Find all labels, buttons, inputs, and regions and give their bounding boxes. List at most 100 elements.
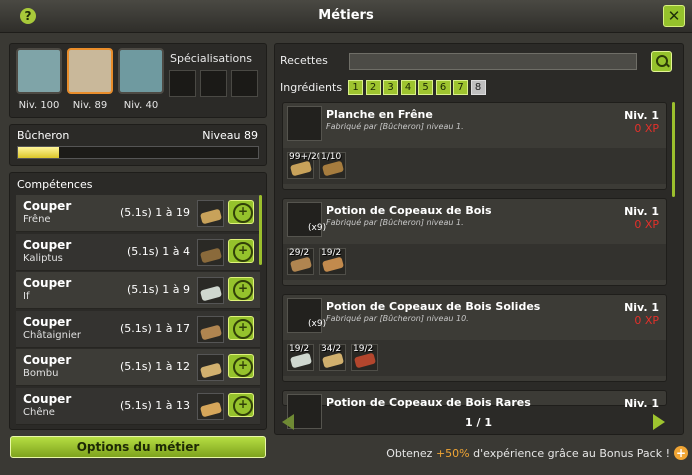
next-page-icon[interactable] [653, 414, 665, 430]
skill-row: Couper Kaliptus (5.1s) 1 à 4 [16, 233, 260, 271]
recipe-search-input[interactable] [349, 53, 637, 70]
skill-detail-button[interactable] [228, 392, 254, 417]
recipe-ingredients: 29/2 19/2 [283, 244, 666, 280]
close-button[interactable]: ✕ [663, 5, 685, 27]
specialization-slot[interactable] [169, 70, 196, 97]
job-sheep-icon[interactable] [16, 48, 62, 94]
wood-log-icon [289, 256, 313, 273]
jobs-panel: Niv. 100 Niv. 89 Niv. 40 Spécialisations [9, 43, 267, 118]
recipe-xp: 0 XP [634, 314, 659, 327]
skills-panel: Compétences Couper Frêne (5.1s) 1 à 19 Coup… [9, 172, 267, 430]
job-xp-panel: Bûcheron Niveau 89 [9, 124, 267, 166]
wood-log-icon [353, 352, 377, 369]
specialization-slot[interactable] [200, 70, 227, 97]
recipe-level: Niv. 1 [624, 301, 659, 314]
job-name: Bûcheron [17, 129, 70, 142]
xp-progress-bar [17, 146, 259, 159]
recipe-title: Potion de Copeaux de Bois [326, 204, 492, 217]
plus-icon[interactable]: + [674, 446, 688, 460]
recipe-item-icon: (x9) [287, 202, 326, 237]
wood-icon [197, 238, 224, 266]
skills-title: Compétences [17, 178, 93, 191]
search-icon[interactable] [651, 51, 672, 72]
recipe-title: Potion de Copeaux de Bois Rares [326, 396, 531, 409]
skill-resource: Kaliptus [23, 252, 63, 264]
skill-detail-button[interactable] [228, 315, 254, 340]
ingredient-count-filter[interactable]: 2 [365, 80, 381, 95]
ingredient-count-filter[interactable]: 5 [418, 80, 433, 95]
ingredient-slot[interactable]: 29/2 [287, 248, 314, 275]
title-bar: ? Métiers ✕ [0, 0, 692, 33]
ingredient-count-filter[interactable]: 7 [453, 80, 468, 95]
recipe-xp: 0 XP [634, 122, 659, 135]
wood-icon [197, 315, 224, 343]
skill-value: (5.1s) 1 à 4 [126, 244, 190, 258]
recipe-xp: 0 XP [634, 218, 659, 231]
recipe-ingredients: 19/2 34/2 19/2 [283, 340, 666, 376]
bonus-pack-message[interactable]: Obtenez +50% d'expérience grâce au Bonus… [386, 447, 670, 460]
skill-value: (5.1s) 1 à 9 [126, 283, 190, 296]
wood-log-icon [321, 256, 345, 273]
skill-action: Couper [23, 276, 72, 290]
ingredient-slot[interactable]: 19/2 [319, 248, 346, 275]
skill-action: Couper [23, 353, 72, 367]
recipe-card[interactable]: (x9) Potion de Copeaux de Bois Fabriqué pa… [282, 198, 667, 286]
recipe-card[interactable]: Potion de Copeaux de Bois Rares Niv. 1 [282, 390, 667, 429]
recipe-card[interactable]: (x9) Potion de Copeaux de Bois Solides Fab… [282, 294, 667, 382]
recipe-card[interactable]: Planche en Frêne Fabriqué par [Bûcheron] … [282, 102, 667, 190]
ingredient-slot[interactable]: 19/2 [351, 344, 378, 371]
ingredient-quantity: 29/2 [289, 248, 310, 258]
recipes-scrollbar[interactable] [672, 102, 675, 197]
ingredient-quantity: 19/2 [353, 344, 374, 354]
job-fishing-icon[interactable] [118, 48, 164, 94]
recipes-panel: Recettes Ingrédients 12345678 Planche en… [274, 43, 684, 435]
skill-value: (5.1s) 1 à 12 [119, 360, 190, 373]
job-options-button[interactable]: Options du métier [10, 436, 266, 458]
pagination: 1 / 1 [465, 416, 492, 429]
ingredient-slot[interactable]: 99+/20 [287, 152, 322, 179]
job-level-label: Niveau 89 [202, 129, 258, 142]
ingredient-count-filter[interactable]: 4 [400, 80, 416, 95]
skill-detail-button[interactable] [228, 277, 254, 301]
ingredients-label: Ingrédients [280, 81, 343, 94]
ingredient-count-filter[interactable]: 1 [348, 80, 363, 95]
recipe-subtitle: Fabriqué par [Bûcheron] niveau 1. [326, 122, 464, 131]
skill-row: Couper Frêne (5.1s) 1 à 19 [16, 195, 260, 232]
job-axe-icon[interactable] [67, 48, 113, 94]
xp-progress-fill [18, 147, 59, 158]
skill-detail-button[interactable] [228, 238, 254, 263]
skill-value: (5.1s) 1 à 19 [119, 206, 190, 219]
job-level: Niv. 40 [123, 100, 159, 111]
ingredient-slot[interactable]: 19/2 [287, 344, 314, 371]
recipe-ingredients: 99+/20 1/10 [283, 148, 666, 184]
previous-page-icon[interactable] [282, 414, 294, 430]
wood-log-icon [199, 362, 223, 379]
skill-row: Couper Bombu (5.1s) 1 à 12 [16, 349, 260, 386]
specialization-slot[interactable] [231, 70, 258, 97]
recipe-item-icon [287, 106, 322, 141]
skill-detail-button[interactable] [228, 200, 254, 224]
skill-resource: Châtaignier [23, 329, 82, 341]
ingredient-quantity: 19/2 [289, 344, 310, 354]
wood-log-icon [199, 401, 223, 417]
ingredient-count-filter[interactable]: 8 [470, 80, 486, 95]
ingredient-slot[interactable]: 1/10 [319, 152, 346, 179]
ingredient-count-filter[interactable]: 3 [383, 80, 398, 95]
wood-log-icon [199, 208, 223, 225]
wood-log-icon [289, 352, 313, 369]
job-level: Niv. 100 [18, 100, 60, 111]
job-level: Niv. 89 [72, 100, 108, 111]
skill-resource: Frêne [23, 214, 51, 225]
recipe-title: Planche en Frêne [326, 108, 433, 121]
skill-action: Couper [23, 237, 72, 252]
wood-icon [197, 277, 224, 304]
recipe-subtitle: Fabriqué par [Bûcheron] niveau 10. [326, 314, 469, 323]
ingredient-count-filter[interactable]: 6 [435, 80, 451, 95]
recipe-level: Niv. 1 [624, 205, 659, 218]
skills-scrollbar[interactable] [259, 195, 262, 265]
recipe-level: Niv. 1 [624, 109, 659, 122]
skill-detail-button[interactable] [228, 354, 254, 378]
recipes-label: Recettes [280, 54, 328, 67]
ingredient-slot[interactable]: 34/2 [319, 344, 346, 371]
recipe-title: Potion de Copeaux de Bois Solides [326, 300, 541, 313]
